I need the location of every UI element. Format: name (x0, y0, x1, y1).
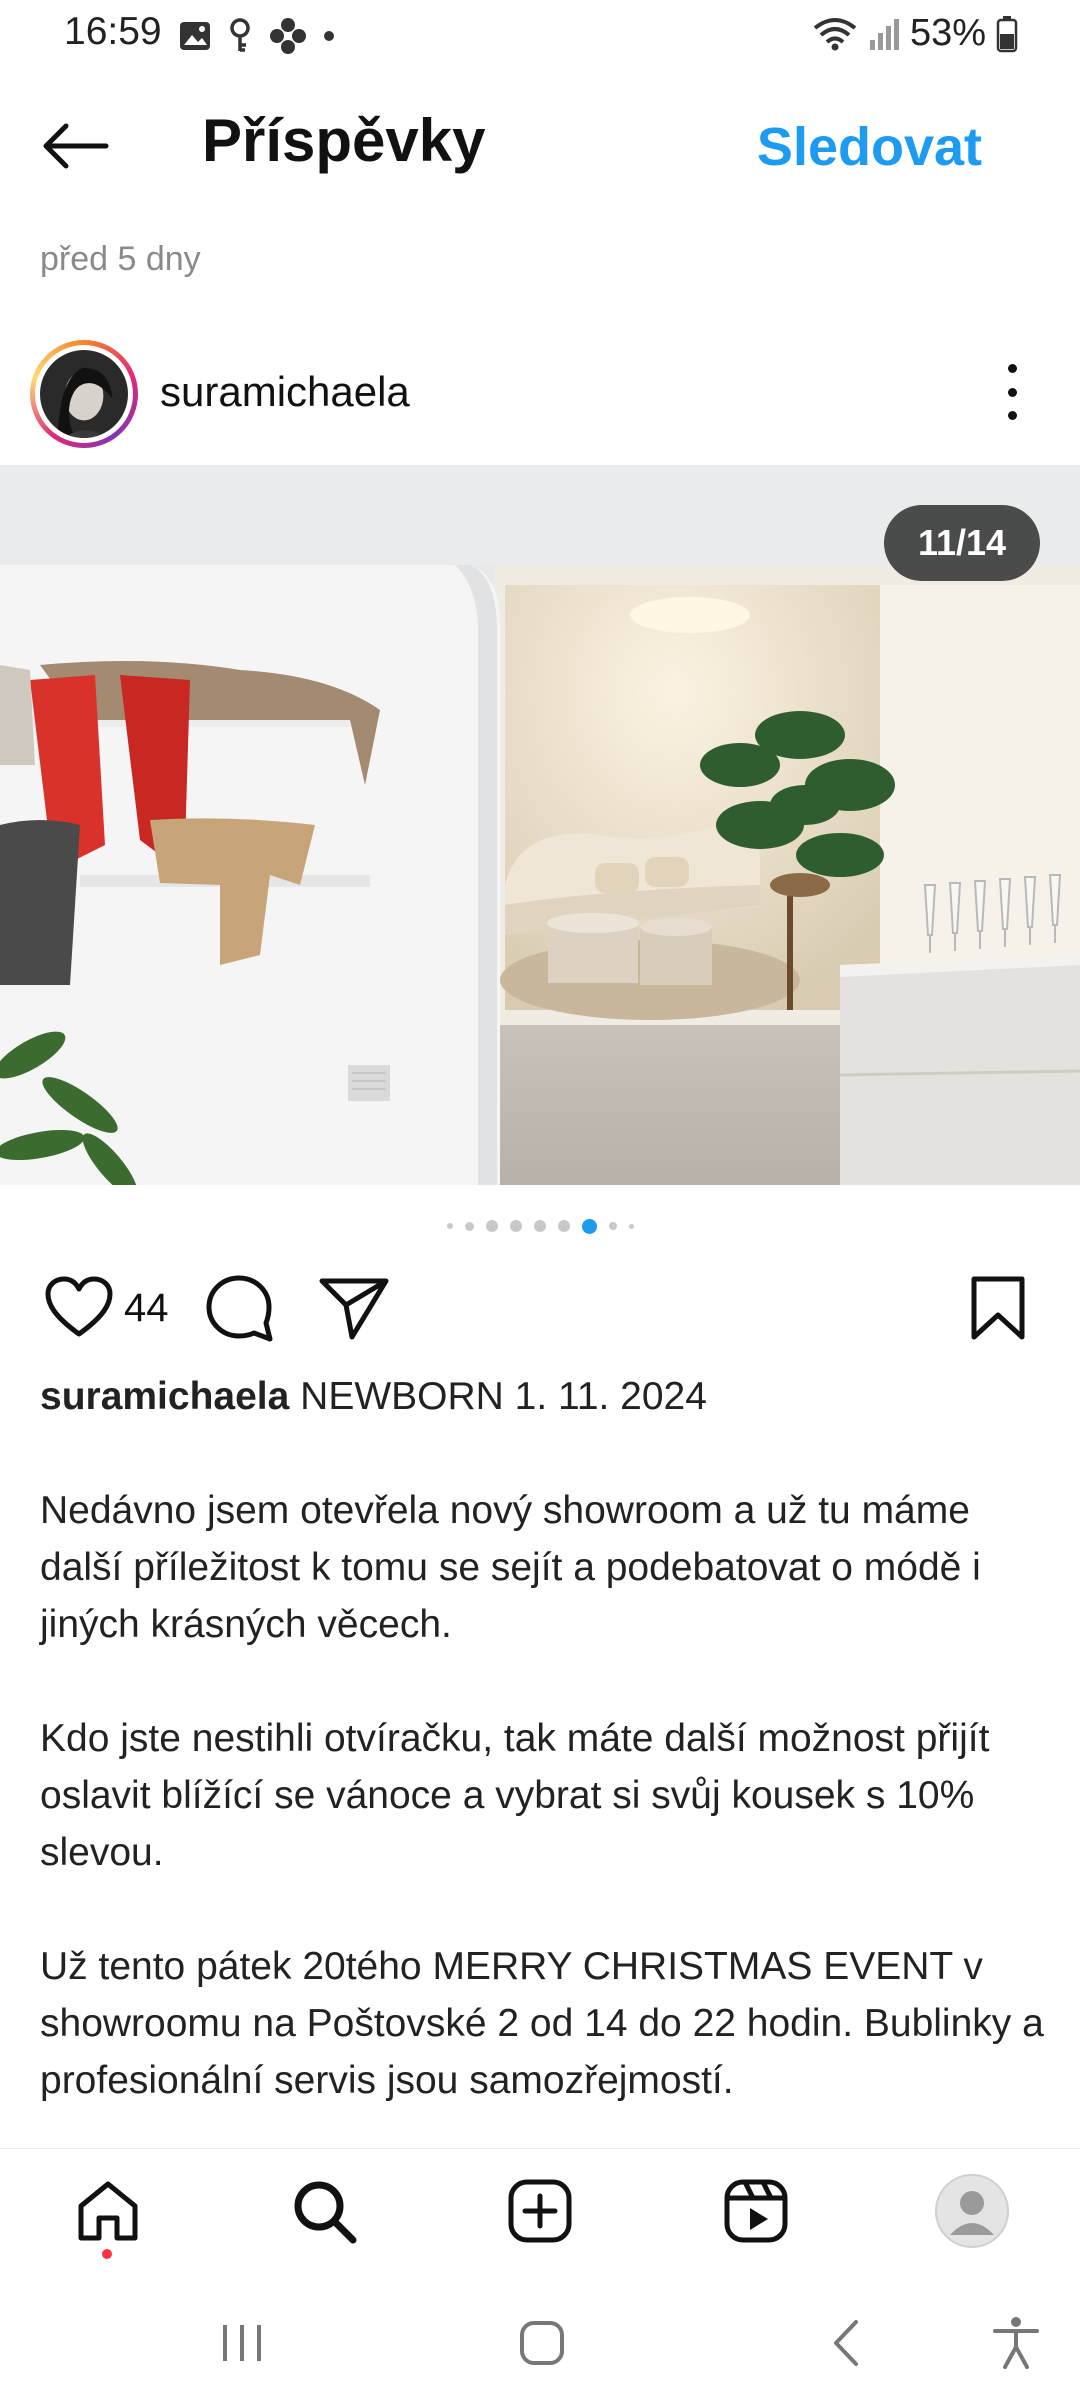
follow-button[interactable]: Sledovat (757, 116, 982, 178)
carousel-dots (0, 1216, 1080, 1236)
author-username[interactable]: suramichaela (160, 368, 410, 416)
profile-icon (935, 2174, 1009, 2248)
page-title: Příspěvky (202, 107, 486, 174)
more-options-icon[interactable] (992, 364, 1032, 420)
caption-paragraph: Nedávno jsem otevřela nový showroom a už… (40, 1489, 981, 1646)
home-system-button[interactable] (502, 2308, 582, 2378)
avatar[interactable] (30, 340, 138, 448)
recent-apps-button[interactable] (202, 2308, 282, 2378)
home-icon (78, 2181, 138, 2241)
back-system-button[interactable] (806, 2308, 886, 2378)
carousel-dot-active (581, 1218, 597, 1234)
carousel-dot (608, 1222, 617, 1230)
reels-icon (724, 2179, 788, 2243)
caption-paragraph: Kdo jste nestihli otvíračku, tak máte da… (40, 1717, 990, 1874)
post-caption: suramichaela NEWBORN 1. 11. 2024 Nedávno… (40, 1368, 1050, 2166)
system-nav-bar (0, 2276, 1080, 2408)
carousel-dot (446, 1223, 453, 1229)
signal-icon (869, 18, 899, 50)
status-time: 16:59 (64, 10, 162, 53)
image-counter-badge: 11/14 (884, 505, 1040, 581)
pinwheel-icon (270, 18, 306, 54)
accessibility-icon (993, 2317, 1039, 2369)
like-button[interactable]: 44 (44, 1268, 169, 1348)
back-button[interactable] (40, 118, 120, 174)
comment-icon (206, 1275, 273, 1342)
post-actions: 44 (0, 1268, 1080, 1348)
key-icon (230, 18, 250, 52)
carousel-dot (628, 1223, 634, 1229)
caption-first-line: NEWBORN 1. 11. 2024 (300, 1375, 707, 1418)
recent-apps-icon (223, 2325, 261, 2361)
battery-percent: 53% (909, 12, 986, 54)
accessibility-button[interactable] (976, 2308, 1056, 2378)
chevron-left-icon (834, 2320, 858, 2366)
nav-search[interactable] (284, 2171, 364, 2251)
image-notification-icon (180, 22, 210, 50)
home-square-icon (520, 2321, 564, 2365)
carousel-dot (557, 1220, 570, 1232)
battery-icon (996, 15, 1018, 52)
nav-home[interactable] (68, 2171, 148, 2251)
create-icon (508, 2179, 572, 2243)
caption-username[interactable]: suramichaela (40, 1375, 289, 1418)
like-count: 44 (124, 1285, 169, 1330)
post-image[interactable]: 11/14 (0, 465, 1080, 1185)
carousel-dot (533, 1220, 546, 1232)
avatar-photo (40, 350, 128, 438)
bookmark-icon (971, 1276, 1025, 1340)
nav-create[interactable] (500, 2171, 580, 2251)
nav-reels[interactable] (716, 2171, 796, 2251)
search-icon (294, 2181, 357, 2244)
arrow-left-icon (43, 123, 109, 169)
dot-icon (324, 31, 334, 41)
wifi-icon (813, 17, 857, 50)
post-age: před 5 dny (40, 240, 201, 278)
notification-dot (102, 2249, 112, 2259)
header: Příspěvky Sledovat (0, 96, 1080, 196)
comment-button[interactable] (204, 1268, 274, 1348)
carousel-dot (464, 1221, 474, 1231)
carousel-dot (509, 1220, 522, 1232)
send-icon (319, 1278, 389, 1340)
nav-profile[interactable] (932, 2171, 1012, 2251)
caption-paragraph: Už tento pátek 20tého MERRY CHRISTMAS EV… (40, 1945, 1044, 2102)
heart-icon (45, 1276, 113, 1337)
status-bar: 16:59 53% (0, 0, 1080, 72)
carousel-dot (485, 1220, 498, 1232)
save-button[interactable] (968, 1268, 1028, 1348)
bottom-nav (0, 2148, 1080, 2276)
post-author-row: suramichaela (0, 334, 1080, 450)
share-button[interactable] (318, 1268, 390, 1348)
